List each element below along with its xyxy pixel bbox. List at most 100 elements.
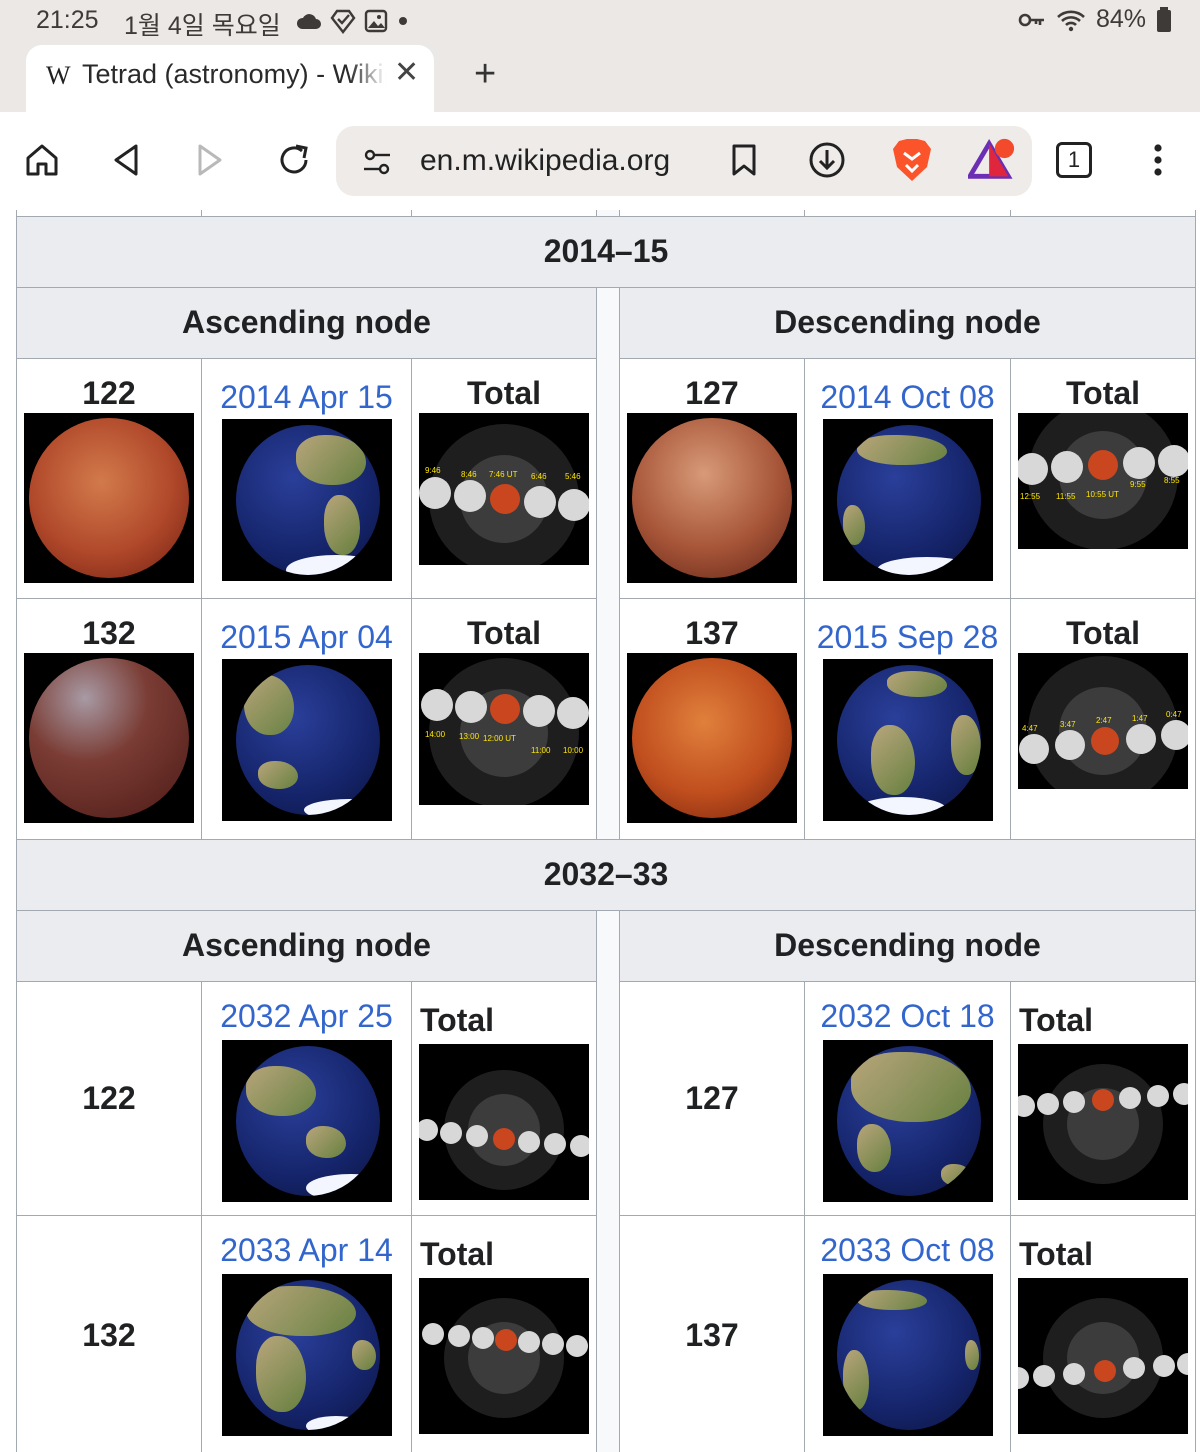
visibility-globe-map[interactable] — [221, 418, 392, 581]
eclipse-date-link[interactable]: 2032 Apr 25 — [202, 982, 411, 1040]
eclipse-type: Total — [466, 374, 542, 411]
tab-active[interactable]: W Tetrad (astronomy) - Wikipedia ✕ — [26, 45, 434, 112]
eclipse-time-label: 10:00 — [563, 746, 584, 755]
eclipse-date-link[interactable]: 2014 Apr 15 — [202, 359, 411, 419]
forward-button[interactable] — [186, 136, 234, 184]
eclipse-time-label: 11:55 — [1056, 492, 1076, 501]
eclipse-path-diagram[interactable] — [419, 1043, 589, 1200]
tetrad-table: 2014–15 Ascending node Descending node 1… — [16, 210, 1196, 1452]
tab-close-icon[interactable]: ✕ — [394, 57, 419, 89]
site-settings-icon[interactable] — [362, 148, 392, 176]
back-button[interactable] — [102, 136, 150, 184]
eclipse-cell-type: Total 12:55 11:55 10:55 UT 9:55 8:55 — [1010, 357, 1196, 599]
eclipse-path-svg: 4:47 3:47 2:47 1:47 0:47 — [1019, 655, 1188, 789]
visibility-globe-map[interactable] — [822, 418, 993, 581]
saros-number: 137 — [685, 614, 739, 651]
wifi-icon — [1057, 10, 1085, 31]
eclipse-time-label: 5:46 — [565, 472, 581, 481]
eclipse-cell-type: Total — [1010, 1214, 1196, 1452]
eclipse-time-label: 3:47 — [1060, 720, 1076, 729]
eclipse-path-diagram[interactable] — [419, 1277, 589, 1434]
ascending-node-heading: Ascending node — [16, 909, 597, 982]
battery-percent: 84% — [1095, 5, 1146, 33]
eclipse-type: Total — [420, 1235, 495, 1272]
table-row: 122 2014 Apr 15 Total 9:46 8:46 7:46 UT … — [16, 357, 1196, 599]
eclipse-time-label: 11:00 — [531, 746, 551, 755]
eclipse-time-label: 7:46 UT — [489, 470, 518, 479]
visibility-globe-map[interactable] — [822, 1039, 993, 1202]
new-tab-button[interactable]: + — [474, 54, 496, 94]
eclipse-time-label: 12:00 UT — [483, 734, 516, 743]
visibility-globe-map[interactable] — [822, 658, 993, 821]
eclipse-date-link[interactable]: 2015 Apr 04 — [202, 599, 411, 659]
eclipse-path-diagram[interactable]: 4:47 3:47 2:47 1:47 0:47 — [1018, 652, 1188, 789]
tab-switcher-button[interactable]: 1 — [1050, 136, 1098, 184]
status-right-group: 84% — [1018, 5, 1172, 34]
eclipse-date-link[interactable]: 2033 Apr 14 — [202, 1216, 411, 1274]
eclipse-time-label: 4:47 — [1022, 724, 1038, 733]
eclipse-path-diagram[interactable]: 14:00 13:00 12:00 UT 11:00 10:00 — [419, 652, 589, 805]
saros-number: 132 — [82, 614, 136, 651]
eclipse-date-link[interactable]: 2033 Oct 08 — [805, 1216, 1010, 1274]
eclipse-photo[interactable] — [627, 412, 797, 583]
back-arrow-icon — [114, 144, 138, 176]
eclipse-path-diagram[interactable] — [1018, 1043, 1188, 1200]
status-date: 1월 4일 목요일 — [124, 12, 281, 40]
eclipse-cell-date: 2032 Oct 18 — [804, 980, 1011, 1216]
table-row: 132 2033 Apr 14 Total 137 2033 Oct 08 To… — [16, 1214, 1196, 1452]
key-icon — [1018, 13, 1044, 26]
eclipse-date-link[interactable]: 2015 Sep 28 — [805, 599, 1010, 659]
eclipse-photo[interactable] — [24, 652, 194, 823]
eclipse-cell-type: Total — [411, 980, 597, 1216]
home-button[interactable] — [18, 136, 66, 184]
eclipse-date-link[interactable]: 2014 Oct 08 — [805, 359, 1010, 419]
eclipse-path-svg — [1018, 1297, 1188, 1418]
eclipse-cell-date: 2015 Sep 28 — [804, 597, 1011, 840]
eclipse-type: Total — [420, 1001, 495, 1038]
eclipse-cell-saros: 127 — [619, 357, 805, 599]
saros-number: 127 — [619, 980, 805, 1216]
eclipse-time-label: 14:00 — [425, 730, 446, 739]
menu-button[interactable] — [1134, 136, 1182, 184]
gallery-icon — [364, 9, 388, 33]
url-text[interactable]: en.m.wikipedia.org — [420, 144, 670, 178]
eclipse-path-diagram[interactable]: 9:46 8:46 7:46 UT 6:46 5:46 — [419, 412, 589, 565]
eclipse-time-label: 2:47 — [1096, 716, 1112, 725]
eclipse-cell-date: 2033 Apr 14 — [201, 1214, 412, 1452]
brave-shields-button[interactable] — [888, 136, 936, 184]
descending-node-heading: Descending node — [619, 286, 1196, 359]
download-button[interactable] — [803, 136, 851, 184]
eclipse-cell-saros: 132 — [16, 597, 202, 840]
eclipse-path-diagram[interactable] — [1018, 1277, 1188, 1434]
bookmark-button[interactable] — [720, 136, 768, 184]
vpn-icon — [330, 9, 356, 34]
brave-rewards-button[interactable] — [968, 136, 1016, 184]
eclipse-time-label: 10:55 UT — [1086, 490, 1119, 499]
eclipse-time-label: 8:46 — [461, 470, 477, 479]
table-row: Ascending node Descending node — [16, 286, 1196, 359]
visibility-globe-map[interactable] — [822, 1273, 993, 1436]
eclipse-cell-type: Total 9:46 8:46 7:46 UT 6:46 5:46 — [411, 357, 597, 599]
reload-button[interactable] — [270, 136, 318, 184]
eclipse-type: Total — [1065, 614, 1141, 651]
download-icon — [809, 142, 845, 178]
home-icon — [26, 144, 58, 176]
table-row: 132 2015 Apr 04 Total 14:00 13:00 12:00 … — [16, 597, 1196, 840]
tetrad-years-heading: 2014–15 — [16, 215, 1196, 288]
dot-icon — [399, 17, 407, 25]
eclipse-cell-date: 2014 Apr 15 — [201, 357, 412, 599]
eclipse-date-link[interactable]: 2032 Oct 18 — [805, 982, 1010, 1040]
visibility-globe-map[interactable] — [221, 1273, 392, 1436]
visibility-globe-map[interactable] — [221, 658, 392, 821]
eclipse-path-diagram[interactable]: 12:55 11:55 10:55 UT 9:55 8:55 — [1018, 412, 1188, 549]
eclipse-photo[interactable] — [627, 652, 797, 823]
descending-node-heading: Descending node — [619, 909, 1196, 982]
eclipse-photo[interactable] — [24, 412, 194, 583]
eclipse-type: Total — [466, 614, 542, 651]
tab-title: Tetrad (astronomy) - Wikipedia — [82, 59, 386, 89]
visibility-globe-map[interactable] — [221, 1039, 392, 1202]
table-row: 122 2032 Apr 25 Total 127 2032 Oct 18 To… — [16, 980, 1196, 1216]
saros-number: 127 — [685, 374, 739, 411]
table-row: 2014–15 — [16, 215, 1196, 288]
eclipse-type: Total — [1019, 1235, 1094, 1272]
